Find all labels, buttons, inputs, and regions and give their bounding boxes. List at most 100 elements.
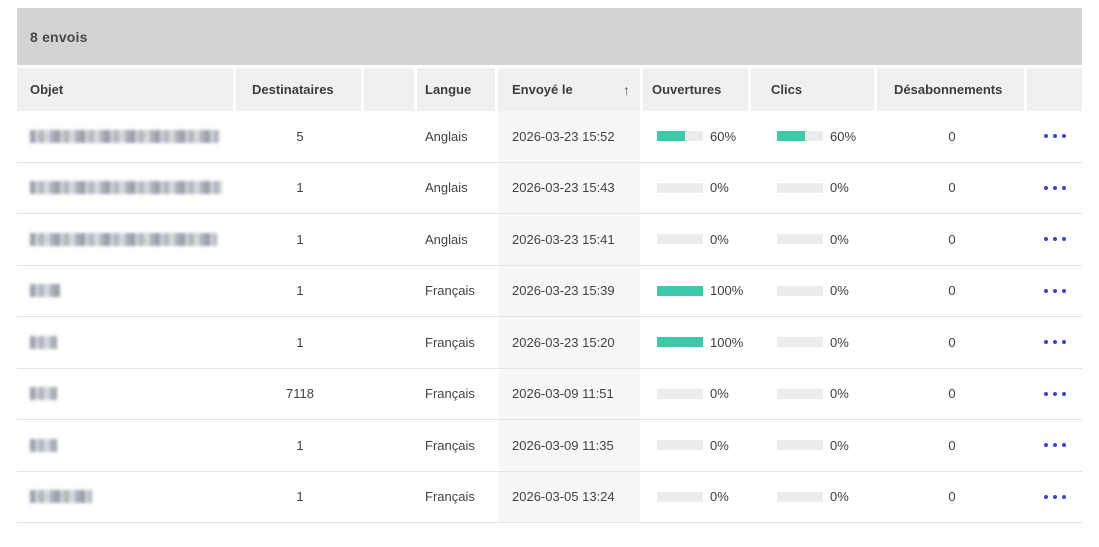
cell-actions	[1027, 369, 1082, 420]
clics-progress: 0%	[777, 283, 849, 298]
cell-envoye-le: 2026-03-05 13:24	[498, 472, 643, 523]
cell-objet[interactable]	[17, 369, 236, 420]
cell-actions	[1027, 472, 1082, 523]
cell-langue: Français	[417, 266, 498, 317]
ellipsis-dot-icon	[1062, 340, 1066, 344]
ellipsis-dot-icon	[1044, 186, 1048, 190]
redacted-subject-text	[30, 387, 57, 400]
cell-clics: 0%	[751, 369, 877, 420]
table-row: 1Français2026-03-23 15:20100%0%0	[17, 317, 1082, 369]
cell-desabonnements: 0	[877, 111, 1027, 162]
cell-desabonnements: 0	[877, 420, 1027, 471]
cell-destinataires: 1	[236, 163, 364, 214]
cell-langue: Français	[417, 472, 498, 523]
ouvertures-percent-label: 0%	[710, 489, 729, 504]
cell-desabonnements: 0	[877, 317, 1027, 368]
cell-envoye-le: 2026-03-23 15:39	[498, 266, 643, 317]
clics-progress: 0%	[777, 489, 849, 504]
cell-envoye-le: 2026-03-23 15:20	[498, 317, 643, 368]
row-menu-button[interactable]	[1042, 334, 1068, 350]
ouvertures-progress: 0%	[657, 489, 729, 504]
ouvertures-percent-label: 60%	[710, 129, 736, 144]
progress-track	[657, 286, 703, 296]
cell-objet[interactable]	[17, 472, 236, 523]
row-menu-button[interactable]	[1042, 489, 1068, 505]
clics-percent-label: 0%	[830, 438, 849, 453]
cell-ouvertures: 60%	[643, 111, 751, 162]
campaigns-panel: 8 envois Objet Destinataires Langue Envo…	[17, 8, 1082, 523]
row-menu-button[interactable]	[1042, 128, 1068, 144]
ellipsis-dot-icon	[1062, 134, 1066, 138]
ouvertures-percent-label: 0%	[710, 180, 729, 195]
progress-track	[777, 286, 823, 296]
cell-desabonnements: 0	[877, 163, 1027, 214]
cell-ouvertures: 0%	[643, 214, 751, 265]
cell-actions	[1027, 420, 1082, 471]
ouvertures-progress: 100%	[657, 283, 743, 298]
cell-ouvertures: 0%	[643, 369, 751, 420]
ellipsis-dot-icon	[1044, 237, 1048, 241]
clics-progress: 0%	[777, 232, 849, 247]
row-menu-button[interactable]	[1042, 180, 1068, 196]
cell-spacer	[364, 420, 417, 471]
cell-destinataires: 5	[236, 111, 364, 162]
cell-objet[interactable]	[17, 266, 236, 317]
progress-track	[777, 131, 823, 141]
cell-spacer	[364, 163, 417, 214]
cell-envoye-le: 2026-03-23 15:43	[498, 163, 643, 214]
ouvertures-progress: 100%	[657, 335, 743, 350]
row-menu-button[interactable]	[1042, 386, 1068, 402]
cell-clics: 60%	[751, 111, 877, 162]
cell-ouvertures: 0%	[643, 420, 751, 471]
clics-percent-label: 0%	[830, 180, 849, 195]
table-header: Objet Destinataires Langue Envoyé le ↑ O…	[17, 68, 1082, 111]
redacted-subject-text	[30, 439, 57, 452]
column-header-desabonnements[interactable]: Désabonnements	[877, 68, 1027, 111]
row-menu-button[interactable]	[1042, 231, 1068, 247]
cell-ouvertures: 100%	[643, 266, 751, 317]
cell-actions	[1027, 266, 1082, 317]
table-row: 1Français2026-03-23 15:39100%0%0	[17, 266, 1082, 318]
cell-langue: Français	[417, 317, 498, 368]
cell-objet[interactable]	[17, 214, 236, 265]
ellipsis-dot-icon	[1062, 392, 1066, 396]
ouvertures-percent-label: 0%	[710, 438, 729, 453]
row-menu-button[interactable]	[1042, 283, 1068, 299]
clics-percent-label: 0%	[830, 489, 849, 504]
cell-objet[interactable]	[17, 420, 236, 471]
ellipsis-dot-icon	[1062, 289, 1066, 293]
ouvertures-percent-label: 100%	[710, 283, 743, 298]
cell-spacer	[364, 214, 417, 265]
column-header-envoye-le[interactable]: Envoyé le ↑	[498, 68, 643, 111]
cell-spacer	[364, 266, 417, 317]
column-header-objet[interactable]: Objet	[17, 68, 236, 111]
row-menu-button[interactable]	[1042, 437, 1068, 453]
cell-actions	[1027, 163, 1082, 214]
cell-clics: 0%	[751, 163, 877, 214]
cell-destinataires: 7118	[236, 369, 364, 420]
cell-desabonnements: 0	[877, 369, 1027, 420]
cell-objet[interactable]	[17, 317, 236, 368]
ellipsis-dot-icon	[1044, 495, 1048, 499]
ellipsis-dot-icon	[1053, 237, 1057, 241]
sort-asc-icon[interactable]: ↑	[623, 83, 630, 97]
column-header-destinataires[interactable]: Destinataires	[236, 68, 364, 111]
cell-desabonnements: 0	[877, 214, 1027, 265]
cell-objet[interactable]	[17, 163, 236, 214]
redacted-subject-text	[30, 130, 219, 143]
cell-actions	[1027, 214, 1082, 265]
column-header-ouvertures[interactable]: Ouvertures	[643, 68, 751, 111]
table-row: 1Français2026-03-09 11:350%0%0	[17, 420, 1082, 472]
ellipsis-dot-icon	[1053, 392, 1057, 396]
column-header-actions	[1027, 68, 1082, 111]
cell-objet[interactable]	[17, 111, 236, 162]
ouvertures-progress: 0%	[657, 438, 729, 453]
ellipsis-dot-icon	[1053, 443, 1057, 447]
column-header-clics[interactable]: Clics	[751, 68, 877, 111]
ouvertures-percent-label: 0%	[710, 386, 729, 401]
progress-fill	[657, 286, 703, 296]
ouvertures-progress: 0%	[657, 232, 729, 247]
redacted-subject-text	[30, 336, 57, 349]
cell-envoye-le: 2026-03-23 15:41	[498, 214, 643, 265]
column-header-langue[interactable]: Langue	[417, 68, 498, 111]
